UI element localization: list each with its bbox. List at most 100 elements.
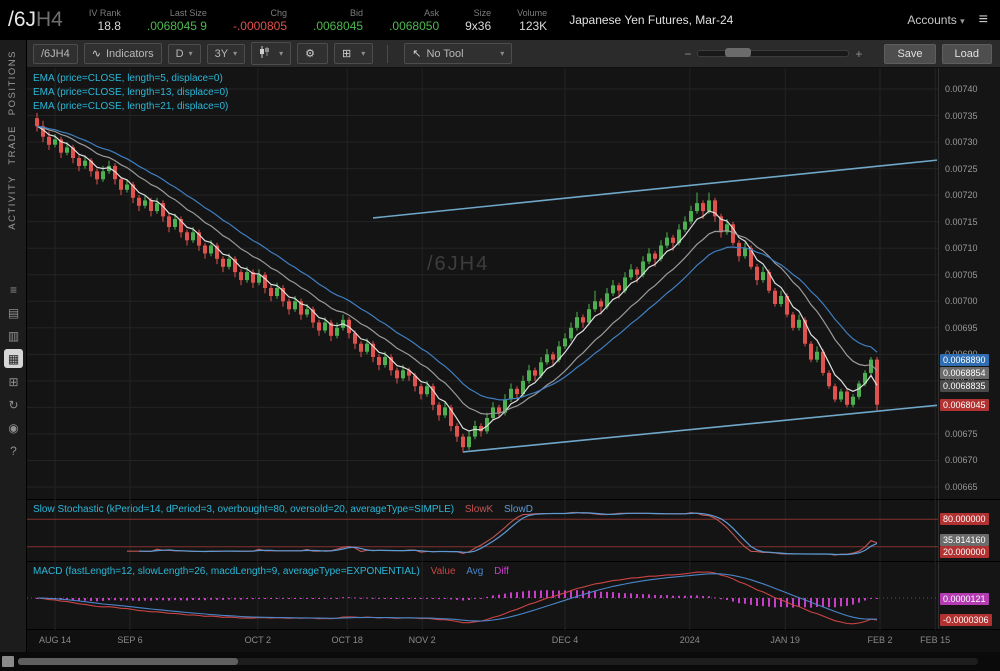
time-axis-label: OCT 2 xyxy=(236,635,280,645)
axis-value-tag: 0.0068045 xyxy=(940,399,989,411)
field-iv-rank: IV Rank 18.8 xyxy=(89,8,121,33)
symbol-contract: H4 xyxy=(36,8,63,32)
chart-icon[interactable]: ▦ xyxy=(4,349,23,368)
symbol-tab[interactable]: /6JH4 xyxy=(33,44,78,64)
time-axis-label: AUG 14 xyxy=(33,635,77,645)
stochastic-axis: 80.000000 35.81416020.000000 xyxy=(938,500,1000,561)
time-axis-label: FEB 2 xyxy=(858,635,902,645)
save-button[interactable]: Save xyxy=(884,44,935,64)
zoom-in-icon[interactable]: + xyxy=(855,47,862,61)
chevron-down-icon: ▾ xyxy=(189,49,193,58)
price-axis-label: 0.00740 xyxy=(945,84,978,94)
chart-type-dropdown[interactable]: ▾ xyxy=(251,42,291,65)
history-icon[interactable]: ↻ xyxy=(4,395,23,414)
stochastic-panel[interactable]: Slow Stochastic (kPeriod=14, dPeriod=3, … xyxy=(27,500,1000,562)
drawing-tool-dropdown[interactable]: ↖ No Tool▾ xyxy=(404,43,512,64)
quote-header: /6J H4 IV Rank 18.8 Last Size .0068045 9… xyxy=(0,0,1000,40)
axis-value-tag: 0.0000121 xyxy=(940,593,989,605)
price-axis-label: 0.00730 xyxy=(945,137,978,147)
hamburger-menu-icon[interactable]: ≡ xyxy=(979,11,988,29)
field-change: Chg -.0000805 xyxy=(233,8,287,33)
price-axis-label: 0.00700 xyxy=(945,296,978,306)
zoom-slider[interactable] xyxy=(697,50,849,57)
zoom-slider-thumb[interactable] xyxy=(725,48,751,57)
field-last-size: Last Size .0068045 9 xyxy=(147,8,207,33)
symbol-block: /6J H4 xyxy=(8,8,63,32)
chart-toolbar: /6JH4 ∿ Indicators D▾ 3Y▾ ▾ ⚙ ⊞▾ ↖ No To… xyxy=(27,40,1000,68)
axis-value-tag: 20.000000 xyxy=(940,546,989,558)
left-sidebar: POSITIONS TRADE ACTIVITY ≡ ▤ ▥ ▦ ⊞ ↻ ◉? xyxy=(0,40,27,671)
notes-icon[interactable]: ▤ xyxy=(4,303,23,322)
watchlist-icon[interactable]: ≡ xyxy=(4,280,23,299)
chevron-down-icon: ▾ xyxy=(279,49,283,58)
layout-grid-icon[interactable]: ⊞ xyxy=(4,372,23,391)
axis-value-tag: 80.000000 xyxy=(940,513,989,525)
grid-layout-icon: ⊞ xyxy=(342,47,351,60)
price-axis-label: 0.00695 xyxy=(945,323,978,333)
zoom-control: − + xyxy=(678,47,868,61)
scrollbar-left-cap[interactable] xyxy=(2,656,14,667)
price-chart[interactable] xyxy=(27,68,938,500)
time-axis-label: OCT 18 xyxy=(325,635,369,645)
sidebar-tab-positions[interactable]: POSITIONS xyxy=(7,50,18,115)
zoom-out-icon[interactable]: − xyxy=(684,47,691,61)
instrument-description: Japanese Yen Futures, Mar-24 xyxy=(569,13,733,27)
trading-platform-window: /6J H4 IV Rank 18.8 Last Size .0068045 9… xyxy=(0,0,1000,671)
load-button[interactable]: Load xyxy=(942,44,992,64)
scrollbar-track[interactable] xyxy=(18,658,978,665)
chevron-down-icon: ▾ xyxy=(500,49,504,58)
macd-chart[interactable] xyxy=(27,562,938,630)
sidebar-icon-rail: ≡ ▤ ▥ ▦ ⊞ ↻ ◉? xyxy=(0,278,27,462)
chevron-down-icon: ▾ xyxy=(233,49,237,58)
time-axis-label: SEP 6 xyxy=(108,635,152,645)
price-axis-label: 0.00715 xyxy=(945,217,978,227)
sidebar-tab-trade[interactable]: TRADE xyxy=(7,125,18,165)
price-axis-label: 0.00725 xyxy=(945,164,978,174)
price-panel[interactable]: EMA (price=CLOSE, length=5, displace=0) … xyxy=(27,68,1000,500)
axis-value-tag: 0.0068835 xyxy=(940,380,989,392)
price-axis-label: 0.00705 xyxy=(945,270,978,280)
time-axis-label: 2024 xyxy=(668,635,712,645)
horizontal-scrollbar xyxy=(0,652,1000,671)
chevron-down-icon: ▾ xyxy=(960,16,965,26)
scrollbar-thumb[interactable] xyxy=(18,658,238,665)
period-dropdown[interactable]: D▾ xyxy=(168,44,201,64)
orders-icon[interactable]: ▥ xyxy=(4,326,23,345)
axis-value-tag: 0.0068854 xyxy=(940,367,989,379)
toolbar-separator xyxy=(387,45,388,63)
chevron-down-icon: ▾ xyxy=(361,49,365,58)
candlestick-icon xyxy=(259,46,269,61)
range-dropdown[interactable]: 3Y▾ xyxy=(207,44,245,64)
layout-dropdown[interactable]: ⊞▾ xyxy=(334,43,373,64)
indicators-button[interactable]: ∿ Indicators xyxy=(84,43,162,64)
time-axis: AUG 14 SEP 6 OCT 2 OCT 18 NOV 2 DEC 4 2024 JAN … xyxy=(27,630,1000,652)
field-ask: Ask .0068050 xyxy=(389,8,439,33)
price-axis-label: 0.00665 xyxy=(945,482,978,492)
time-axis-label: FEB 15 xyxy=(913,635,957,645)
stochastic-chart[interactable] xyxy=(27,500,938,562)
help-icon[interactable]: ? xyxy=(4,441,23,460)
chart-settings-button[interactable]: ⚙ xyxy=(297,43,328,64)
field-volume: Volume 123K xyxy=(517,8,547,33)
cursor-icon: ↖ xyxy=(412,47,421,60)
price-axis-label: 0.00710 xyxy=(945,243,978,253)
axis-value-tag: 35.814160 xyxy=(940,534,989,546)
time-axis-label: DEC 4 xyxy=(543,635,587,645)
macd-axis: 0.0000121-0.0000306 xyxy=(938,562,1000,629)
price-axis-label: 0.00720 xyxy=(945,190,978,200)
field-size: Size 9x36 xyxy=(465,8,491,33)
sidebar-tab-activity[interactable]: ACTIVITY xyxy=(7,175,18,230)
price-axis-label: 0.00670 xyxy=(945,455,978,465)
symbol: /6J xyxy=(8,8,36,32)
price-axis: 0.00740 0.00735 0.00730 0.00725 0.00720 0.007… xyxy=(938,68,1000,499)
time-axis-label: JAN 19 xyxy=(763,635,807,645)
macd-panel[interactable]: MACD (fastLength=12, slowLength=26, macd… xyxy=(27,562,1000,630)
accounts-list-icon[interactable]: ◉ xyxy=(4,418,23,437)
indicator-wave-icon: ∿ xyxy=(92,47,101,60)
accounts-menu-button[interactable]: Accounts ▾ xyxy=(907,13,964,27)
field-bid: Bid .0068045 xyxy=(313,8,363,33)
price-axis-label: 0.00675 xyxy=(945,429,978,439)
axis-value-tag: 0.0068890 xyxy=(940,354,989,366)
time-axis-label: NOV 2 xyxy=(400,635,444,645)
price-axis-label: 0.00735 xyxy=(945,111,978,121)
